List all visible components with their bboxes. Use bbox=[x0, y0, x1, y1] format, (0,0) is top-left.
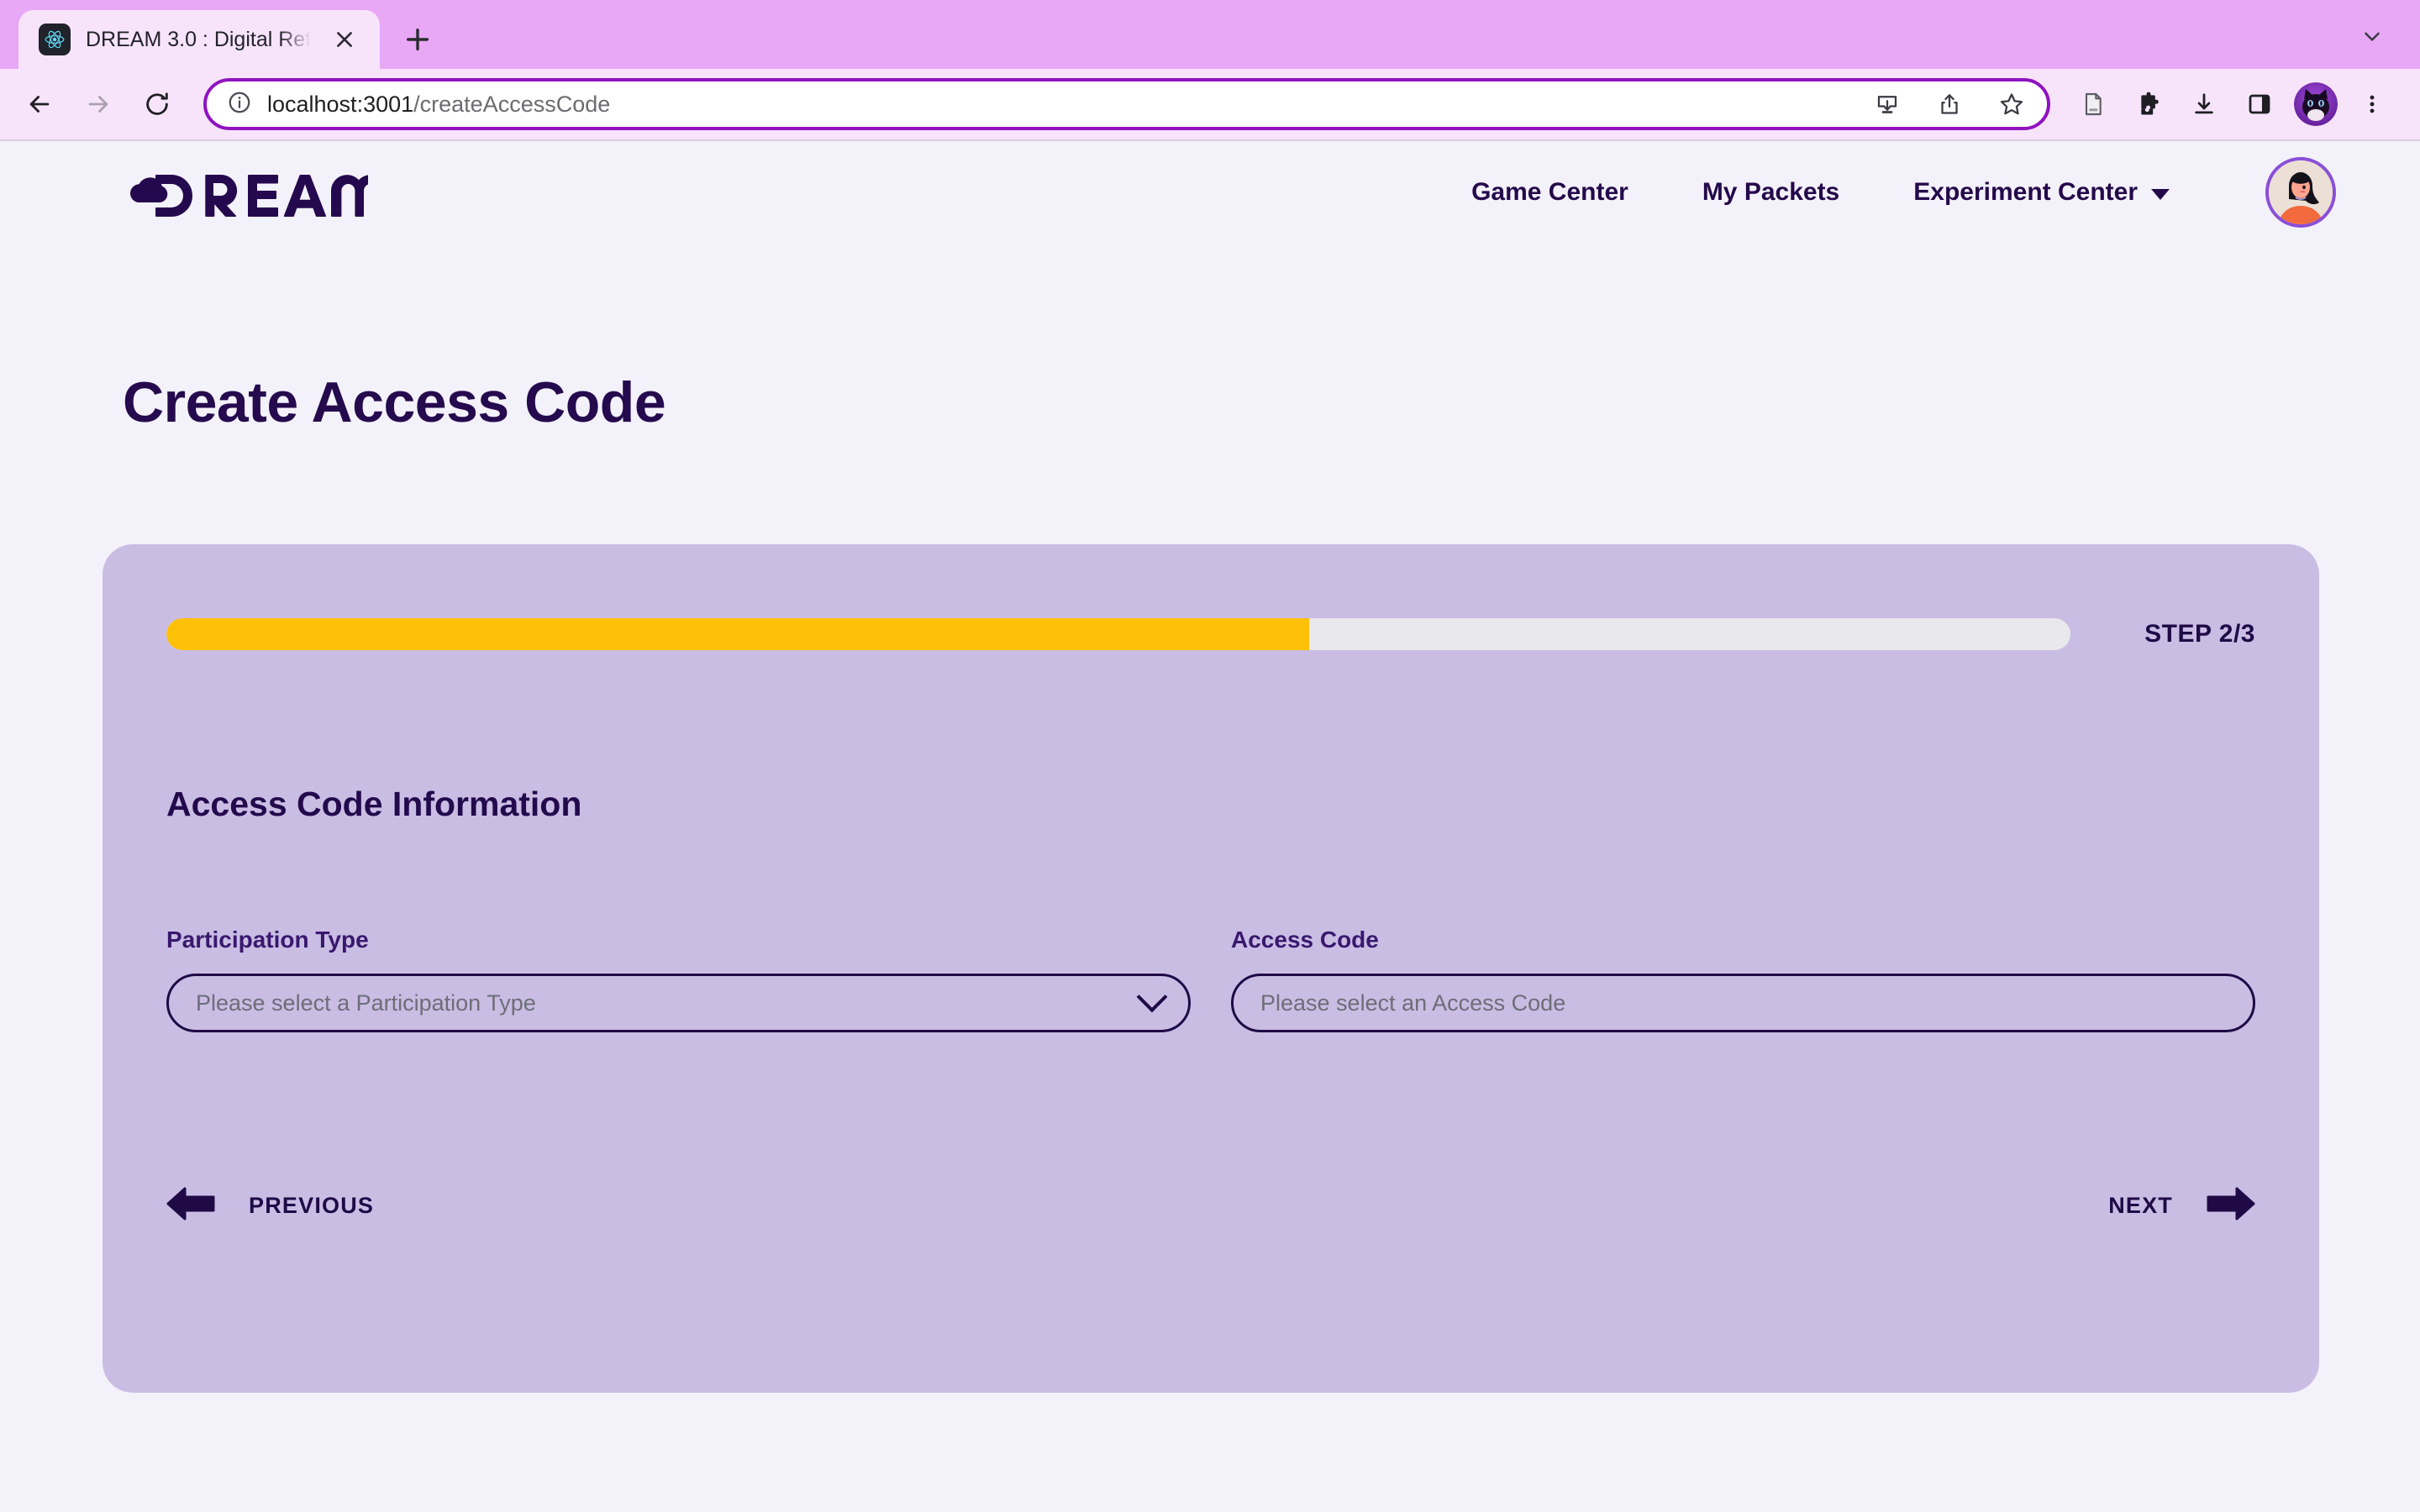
browser-tab[interactable]: DREAM 3.0 : Digital Reference bbox=[18, 10, 380, 69]
tab-title: DREAM 3.0 : Digital Reference bbox=[86, 27, 311, 51]
participation-type-select[interactable]: Please select a Participation Type bbox=[166, 974, 1191, 1032]
section-title: Access Code Information bbox=[166, 785, 582, 823]
page-title: Create Access Code bbox=[123, 370, 666, 434]
nav-item-experiment-center[interactable]: Experiment Center bbox=[1876, 166, 2207, 218]
next-button[interactable]: NEXT bbox=[2108, 1185, 2255, 1226]
nav-label: Game Center bbox=[1471, 178, 1628, 206]
extensions-puzzle-icon[interactable] bbox=[2123, 78, 2175, 130]
reload-icon[interactable] bbox=[129, 76, 185, 132]
form-grid: Participation Type Please select a Parti… bbox=[166, 927, 2255, 1032]
field-participation-type: Participation Type Please select a Parti… bbox=[166, 927, 1191, 1032]
previous-button[interactable]: PREVIOUS bbox=[166, 1185, 374, 1226]
previous-button-label: PREVIOUS bbox=[249, 1193, 375, 1218]
wizard-card: STEP 2/3 Access Code Information Partici… bbox=[103, 544, 2319, 1393]
reading-list-icon[interactable] bbox=[2067, 78, 2119, 130]
address-bar[interactable]: localhost:3001/createAccessCode bbox=[203, 78, 2050, 130]
back-arrow-icon[interactable] bbox=[12, 76, 67, 132]
chevron-down-icon bbox=[2151, 189, 2170, 200]
browser-toolbar: localhost:3001/createAccessCode bbox=[0, 69, 2420, 141]
new-tab-button[interactable] bbox=[392, 13, 444, 66]
page-viewport: Game Center My Packets Experiment Center bbox=[0, 141, 2420, 1512]
install-app-icon[interactable] bbox=[1864, 81, 1911, 128]
progress-row: STEP 2/3 bbox=[166, 618, 2255, 650]
nav-label: My Packets bbox=[1702, 178, 1840, 206]
arrow-left-icon bbox=[166, 1185, 215, 1226]
three-dot-menu-icon[interactable] bbox=[2346, 78, 2398, 130]
profile-avatar-cat[interactable] bbox=[2294, 82, 2338, 126]
arrow-right-icon bbox=[2207, 1185, 2255, 1226]
close-icon[interactable] bbox=[326, 21, 363, 58]
access-code-input[interactable]: Please select an Access Code bbox=[1231, 974, 2255, 1032]
field-label: Participation Type bbox=[166, 927, 369, 953]
select-placeholder: Please select a Participation Type bbox=[196, 990, 536, 1016]
chevron-down-icon bbox=[1136, 981, 1168, 1013]
url-host: localhost:3001 bbox=[267, 91, 414, 117]
nav-label: Experiment Center bbox=[1913, 178, 2138, 206]
dream-logo[interactable] bbox=[123, 165, 368, 219]
step-indicator: STEP 2/3 bbox=[2144, 620, 2255, 648]
address-bar-url: localhost:3001/createAccessCode bbox=[267, 92, 1849, 118]
info-circle-icon[interactable] bbox=[227, 90, 252, 119]
user-avatar[interactable] bbox=[2265, 157, 2336, 228]
progress-bar-fill bbox=[166, 618, 1309, 650]
share-icon[interactable] bbox=[1926, 81, 1973, 128]
site-header: Game Center My Packets Experiment Center bbox=[0, 141, 2420, 244]
downloads-icon[interactable] bbox=[2178, 78, 2230, 130]
side-panel-icon[interactable] bbox=[2233, 78, 2286, 130]
forward-arrow-icon[interactable] bbox=[71, 76, 126, 132]
nav-item-game-center[interactable]: Game Center bbox=[1434, 166, 1665, 218]
tab-strip: DREAM 3.0 : Digital Reference bbox=[0, 0, 2420, 69]
field-label: Access Code bbox=[1231, 927, 1379, 953]
input-placeholder: Please select an Access Code bbox=[1260, 990, 1566, 1016]
react-icon bbox=[39, 24, 71, 55]
progress-bar-track bbox=[166, 618, 2071, 650]
next-button-label: NEXT bbox=[2108, 1193, 2173, 1218]
nav-item-my-packets[interactable]: My Packets bbox=[1665, 166, 1876, 218]
tab-search-chevron-down-icon[interactable] bbox=[2343, 7, 2402, 66]
bookmark-star-icon[interactable] bbox=[1988, 81, 2035, 128]
url-path: /createAccessCode bbox=[413, 91, 611, 117]
browser-window: DREAM 3.0 : Digital Reference bbox=[0, 0, 2420, 1512]
main-navigation: Game Center My Packets Experiment Center bbox=[1434, 166, 2207, 218]
field-access-code: Access Code Please select an Access Code bbox=[1231, 927, 2255, 1032]
wizard-nav-row: PREVIOUS NEXT bbox=[166, 1185, 2255, 1226]
